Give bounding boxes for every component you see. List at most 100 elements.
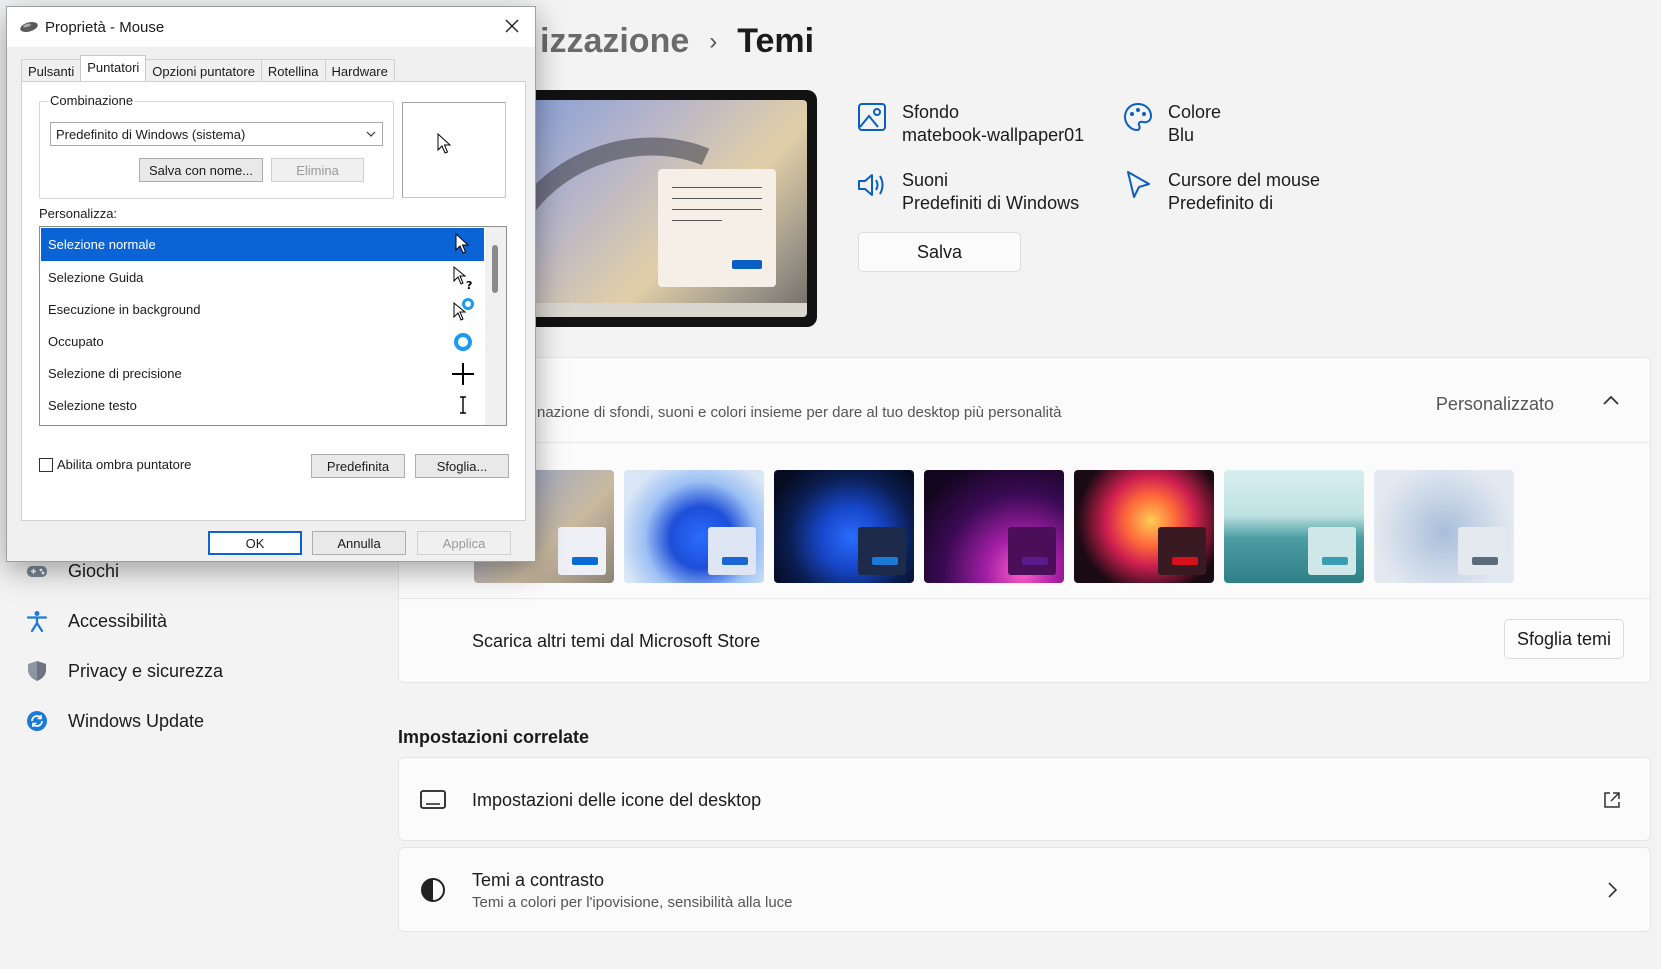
desktop-icons-settings-row[interactable]: Impostazioni delle icone del desktop <box>398 757 1651 841</box>
list-item[interactable]: Selezione normale <box>41 228 484 261</box>
store-row: Scarica altri temi dal Microsoft Store S… <box>399 598 1650 683</box>
cursor-setting[interactable]: Cursore del mouse Predefinito di <box>1122 169 1320 215</box>
tab-rotellina[interactable]: Rotellina <box>260 59 326 81</box>
scheme-group: Combinazione Predefinito di Windows (sis… <box>39 93 394 199</box>
color-setting[interactable]: Colore Blu <box>1122 101 1221 147</box>
dialog-title: Proprietà - Mouse <box>45 18 165 36</box>
nav-item-privacy[interactable]: Privacy e sicurezza <box>26 660 223 682</box>
monitor-icon <box>420 790 446 809</box>
tab-hardware[interactable]: Hardware <box>324 59 395 81</box>
cursor-value: Predefinito di <box>1168 193 1274 213</box>
nav-label-giochi: Giochi <box>68 560 120 581</box>
theme-preview <box>520 90 817 327</box>
nav-label-accessibilita: Accessibilità <box>68 610 168 631</box>
tab-pulsanti[interactable]: Pulsanti <box>21 59 82 81</box>
cursor-name: Selezione di precisione <box>48 366 182 381</box>
background-value: matebook-wallpaper01 <box>902 125 1085 145</box>
working-in-background-cursor-icon <box>453 298 474 321</box>
breadcrumb-separator: › <box>709 27 718 55</box>
theme-thumbnail[interactable] <box>1074 470 1214 583</box>
save-as-button[interactable]: Salva con nome... <box>139 158 263 182</box>
cursor-name: Selezione normale <box>48 237 156 252</box>
apply-button[interactable]: Applica <box>417 531 511 555</box>
theme-thumbnail[interactable] <box>1374 470 1514 583</box>
help-cursor-icon: ? <box>453 265 472 291</box>
mouse-properties-dialog: Proprietà - Mouse Pulsanti Puntatori Opz… <box>6 6 536 562</box>
background-title: Sfondo <box>902 102 960 122</box>
current-theme-header[interactable]: nazione di sfondi, suoni e colori insiem… <box>399 358 1650 443</box>
external-link-icon <box>1604 792 1620 808</box>
nav-item-accessibilita[interactable]: Accessibilità <box>26 610 167 632</box>
cursor-name: Selezione Guida <box>48 270 144 285</box>
related-settings-heading: Impostazioni correlate <box>398 727 590 747</box>
nav-label-windows-update: Windows Update <box>68 710 205 731</box>
sounds-value: Predefiniti di Windows <box>902 193 1080 213</box>
dialog-titlebar[interactable]: Proprietà - Mouse <box>7 7 535 47</box>
theme-thumbnail[interactable] <box>774 470 914 583</box>
scheme-select[interactable]: Predefinito di Windows (sistema) <box>50 122 383 146</box>
speaker-icon <box>858 174 884 196</box>
list-item[interactable]: Selezione di precisione <box>41 357 484 390</box>
update-icon <box>27 711 47 731</box>
sounds-setting[interactable]: Suoni Predefiniti di Windows <box>856 169 1079 215</box>
pointers-panel: Combinazione Predefinito di Windows (sis… <box>21 81 526 521</box>
color-title: Colore <box>1168 102 1222 122</box>
shadow-label: Abilita ombra puntatore <box>57 457 192 472</box>
list-item[interactable]: Esecuzione in background <box>41 293 484 326</box>
customize-label: Personalizza: <box>39 206 118 221</box>
close-icon[interactable] <box>503 17 521 35</box>
tab-opzioni-puntatore[interactable]: Opzioni puntatore <box>145 59 262 81</box>
theme-thumbnail[interactable] <box>1224 470 1364 583</box>
svg-text:?: ? <box>466 279 472 291</box>
cursor-name: Esecuzione in background <box>48 302 201 317</box>
crosshair-cursor-icon <box>452 363 474 385</box>
dialog-tabs: Pulsanti Puntatori Opzioni puntatore Rot… <box>21 55 395 81</box>
desktop-icons-label: Impostazioni delle icone del desktop <box>472 790 762 810</box>
store-label: Scarica altri temi dal Microsoft Store <box>472 631 761 651</box>
gamepad-icon <box>27 566 47 577</box>
mouse-icon <box>20 22 38 32</box>
checkbox-box[interactable] <box>39 457 53 472</box>
browse-themes-button[interactable]: Sfoglia temi <box>1504 619 1624 659</box>
cancel-button[interactable]: Annulla <box>312 531 406 555</box>
scheme-label: Combinazione <box>48 93 136 108</box>
contrast-themes-row[interactable]: Temi a contrasto Temi a colori per l'ipo… <box>398 847 1651 932</box>
breadcrumb-parent[interactable]: izzazione <box>540 22 689 61</box>
chevron-right-icon <box>1608 882 1618 898</box>
palette-icon <box>1123 102 1153 132</box>
sounds-title: Suoni <box>902 170 949 190</box>
cursor-list: Selezione normale Selezione Guida ? Esec… <box>39 226 507 426</box>
shadow-checkbox[interactable]: Abilita ombra puntatore <box>39 457 191 472</box>
arrow-cursor-icon <box>455 232 470 254</box>
shield-icon <box>28 661 46 681</box>
cursor-name: Selezione testo <box>48 398 137 413</box>
arrow-cursor-icon <box>437 133 452 154</box>
busy-cursor-icon <box>454 333 472 351</box>
cursor-title: Cursore del mouse <box>1168 170 1321 190</box>
breadcrumb: izzazione › Temi <box>540 22 814 61</box>
delete-button[interactable]: Elimina <box>271 158 364 182</box>
browse-button[interactable]: Sfoglia... <box>415 454 509 478</box>
image-icon <box>858 103 886 131</box>
background-setting[interactable]: Sfondo matebook-wallpaper01 <box>856 101 1084 147</box>
contrast-title: Temi a contrasto <box>472 870 605 890</box>
chevron-up-icon[interactable] <box>1600 390 1622 412</box>
list-item[interactable]: Selezione testo <box>41 389 484 422</box>
current-theme-card: nazione di sfondi, suoni e colori insiem… <box>398 357 1651 683</box>
nav-item-windows-update[interactable]: Windows Update <box>26 710 204 732</box>
theme-thumbnail[interactable] <box>624 470 764 583</box>
list-item[interactable]: Selezione Guida ? <box>41 261 484 294</box>
scheme-value: Predefinito di Windows (sistema) <box>56 127 246 142</box>
ok-button[interactable]: OK <box>208 531 302 555</box>
theme-thumbnail[interactable] <box>924 470 1064 583</box>
default-button[interactable]: Predefinita <box>311 454 405 478</box>
nav-label-privacy: Privacy e sicurezza <box>68 660 224 681</box>
list-item[interactable]: Occupato <box>41 325 484 358</box>
text-cursor-icon <box>460 396 466 414</box>
cursor-name: Occupato <box>48 334 104 349</box>
current-theme-name: Personalizzato <box>1435 394 1554 414</box>
list-scrollbar[interactable] <box>485 227 506 425</box>
nav-item-giochi[interactable]: Giochi <box>26 560 119 582</box>
save-theme-button[interactable]: Salva <box>858 232 1021 272</box>
tab-puntatori[interactable]: Puntatori <box>80 55 147 81</box>
